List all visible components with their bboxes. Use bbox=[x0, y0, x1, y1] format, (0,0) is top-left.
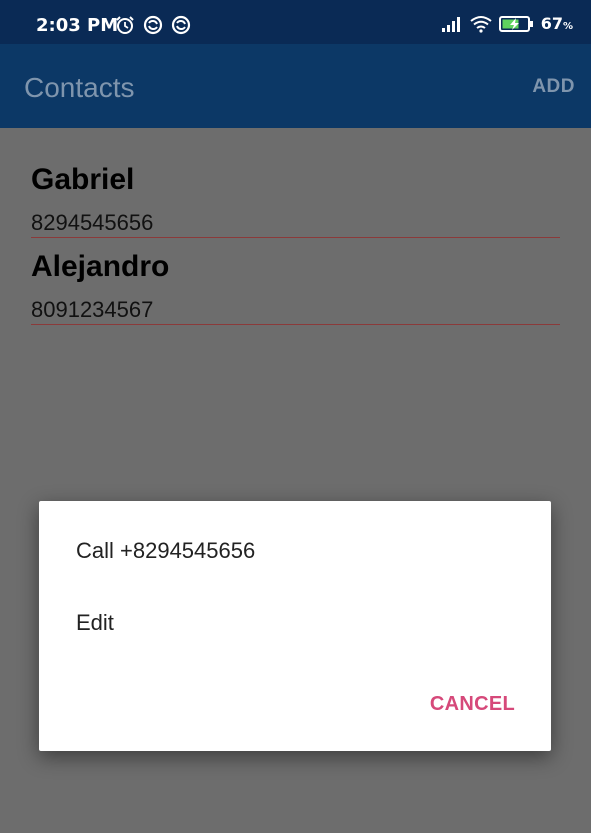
call-option[interactable]: Call +8294545656 bbox=[76, 538, 255, 564]
contact-phone: 8091234567 bbox=[31, 297, 560, 325]
status-bar: 2:03 PM 67% bbox=[0, 0, 591, 44]
page-title: Contacts bbox=[24, 72, 135, 103]
wifi-icon bbox=[470, 15, 492, 33]
contact-item[interactable]: Alejandro 8091234567 bbox=[31, 250, 560, 325]
contact-name: Alejandro bbox=[31, 250, 170, 283]
status-time: 2:03 PM bbox=[36, 15, 119, 36]
status-notification-icons bbox=[115, 15, 191, 35]
cancel-button[interactable]: CANCEL bbox=[430, 693, 515, 716]
sync-icon bbox=[143, 15, 163, 35]
battery-percent: 67% bbox=[540, 14, 573, 33]
contact-options-dialog: Call +8294545656 Edit CANCEL bbox=[39, 501, 551, 751]
alarm-icon bbox=[116, 16, 134, 34]
contact-phone: 8294545656 bbox=[31, 210, 560, 238]
add-contact-button[interactable]: ADD bbox=[532, 76, 575, 98]
signal-icon bbox=[441, 16, 460, 32]
contact-name: Gabriel bbox=[31, 163, 135, 196]
contact-item[interactable]: Gabriel 8294545656 bbox=[31, 163, 560, 238]
sync-icon bbox=[171, 15, 191, 35]
status-system-icons: 67% bbox=[441, 14, 573, 33]
battery-charging-icon bbox=[498, 15, 533, 32]
edit-option[interactable]: Edit bbox=[76, 610, 114, 636]
app-bar: Contacts ADD bbox=[0, 44, 591, 128]
